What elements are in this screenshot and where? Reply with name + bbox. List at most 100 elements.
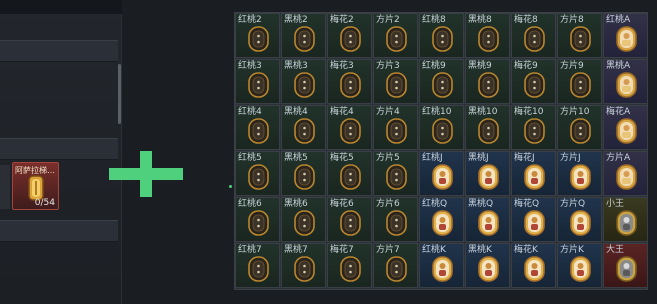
card-slot[interactable]: 梅花K [511,243,556,288]
card-slot[interactable]: 小王 [603,197,648,242]
joker-card-icon [616,210,637,240]
number-card-icon [248,164,269,194]
card-label: 梅花A [606,107,631,117]
panel-bar [0,138,118,160]
card-slot[interactable]: 梅花10 [511,105,556,150]
card-slot[interactable]: 黑桃6 [281,197,326,242]
card-slot[interactable]: 黑桃10 [465,105,510,150]
card-slot[interactable]: 红桃7 [235,243,280,288]
ace-card-icon [616,26,637,56]
card-slot[interactable]: 黑桃J [465,151,510,196]
card-slot[interactable]: 黑桃9 [465,59,510,104]
card-slot[interactable]: 黑桃5 [281,151,326,196]
card-label: 红桃2 [238,15,262,25]
number-card-icon [386,256,407,286]
card-label: 红桃7 [238,245,262,255]
card-slot[interactable]: 梅花2 [327,13,372,58]
scrollbar[interactable] [118,64,121,124]
collection-item-card[interactable]: 阿萨拉梯… 0/54 [12,162,59,210]
card-slot[interactable]: 方片6 [373,197,418,242]
card-label: 方片6 [376,199,400,209]
card-label: 大王 [606,245,625,255]
card-label: 红桃4 [238,107,262,117]
card-slot[interactable]: 方片5 [373,151,418,196]
number-card-icon [524,118,545,148]
card-slot[interactable]: 方片4 [373,105,418,150]
card-slot[interactable]: 黑桃Q [465,197,510,242]
card-slot[interactable]: 方片J [557,151,602,196]
card-slot[interactable]: 方片3 [373,59,418,104]
card-label: 梅花6 [330,199,354,209]
card-slot[interactable]: 方片10 [557,105,602,150]
face-card-icon [570,256,591,286]
card-slot[interactable]: 黑桃3 [281,59,326,104]
number-card-icon [340,256,361,286]
number-card-icon [248,118,269,148]
number-card-icon [386,164,407,194]
panel-bar [0,220,118,242]
card-label: 红桃5 [238,153,262,163]
card-slot[interactable]: 红桃8 [419,13,464,58]
number-card-icon [340,210,361,240]
item-slot[interactable] [0,165,10,209]
card-slot[interactable]: 梅花J [511,151,556,196]
card-slot[interactable]: 红桃3 [235,59,280,104]
card-slot[interactable]: 梅花3 [327,59,372,104]
card-slot[interactable]: 红桃4 [235,105,280,150]
card-slot[interactable]: 梅花7 [327,243,372,288]
card-slot[interactable]: 黑桃8 [465,13,510,58]
card-label: 黑桃6 [284,199,308,209]
card-slot[interactable]: 方片7 [373,243,418,288]
card-slot[interactable]: 梅花8 [511,13,556,58]
card-label: 黑桃8 [468,15,492,25]
card-slot[interactable]: 大王 [603,243,648,288]
card-slot[interactable]: 梅花6 [327,197,372,242]
card-slot[interactable]: 红桃A [603,13,648,58]
number-card-icon [570,118,591,148]
card-slot[interactable]: 梅花4 [327,105,372,150]
face-card-icon [570,210,591,240]
number-card-icon [432,26,453,56]
card-label: 梅花K [514,245,538,255]
number-card-icon [478,118,499,148]
card-label: 红桃9 [422,61,446,71]
item-count: 0/54 [34,198,55,208]
ace-card-icon [616,118,637,148]
card-slot[interactable]: 梅花Q [511,197,556,242]
card-label: 梅花3 [330,61,354,71]
card-slot[interactable]: 红桃2 [235,13,280,58]
card-slot[interactable]: 方片2 [373,13,418,58]
card-slot[interactable]: 红桃5 [235,151,280,196]
card-slot[interactable]: 黑桃7 [281,243,326,288]
card-slot[interactable]: 红桃6 [235,197,280,242]
card-slot[interactable]: 黑桃4 [281,105,326,150]
card-slot[interactable]: 梅花5 [327,151,372,196]
card-slot[interactable]: 红桃Q [419,197,464,242]
card-slot[interactable]: 方片9 [557,59,602,104]
card-collection-grid: 红桃2 黑桃2 梅花2 方片2 红桃8 黑桃8 梅花8 方片8 红桃A 红桃3 黑桃3 梅花3 方片3 红… [234,12,648,290]
card-slot[interactable]: 红桃9 [419,59,464,104]
ace-card-icon [616,72,637,102]
card-slot[interactable]: 红桃10 [419,105,464,150]
number-card-icon [432,118,453,148]
card-slot[interactable]: 黑桃K [465,243,510,288]
card-slot[interactable]: 方片8 [557,13,602,58]
number-card-icon [248,210,269,240]
card-slot[interactable]: 红桃K [419,243,464,288]
number-card-icon [386,210,407,240]
number-card-icon [294,72,315,102]
card-label: 梅花5 [330,153,354,163]
card-slot[interactable]: 方片K [557,243,602,288]
number-card-icon [340,72,361,102]
card-slot[interactable]: 方片A [603,151,648,196]
panel-bar [0,40,118,62]
card-slot[interactable]: 红桃J [419,151,464,196]
card-slot[interactable]: 黑桃A [603,59,648,104]
card-slot[interactable]: 梅花A [603,105,648,150]
card-slot[interactable]: 梅花9 [511,59,556,104]
card-slot[interactable]: 方片Q [557,197,602,242]
card-label: 方片4 [376,107,400,117]
number-card-icon [432,72,453,102]
card-label: 梅花10 [514,107,544,117]
card-slot[interactable]: 黑桃2 [281,13,326,58]
